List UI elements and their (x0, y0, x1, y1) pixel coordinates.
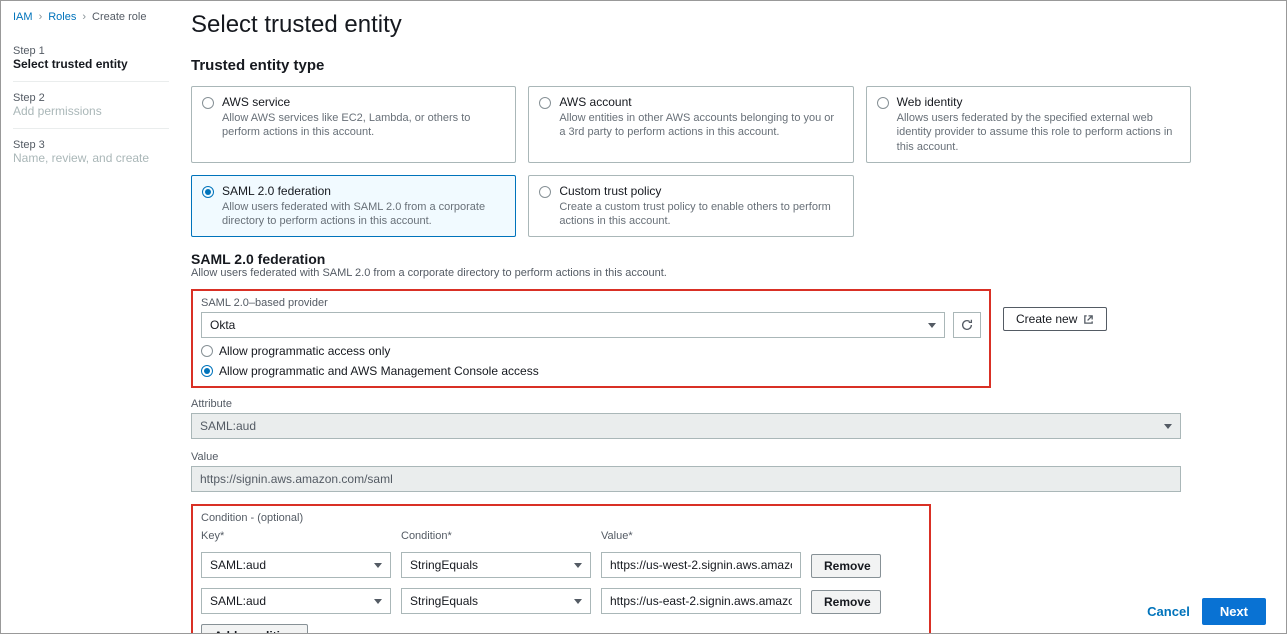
entity-aws-account[interactable]: AWS account Allow entities in other AWS … (528, 86, 853, 163)
entity-title: SAML 2.0 federation (222, 184, 505, 198)
chevron-down-icon (574, 599, 582, 604)
entity-desc: Create a custom trust policy to enable o… (559, 200, 842, 229)
chevron-down-icon (574, 563, 582, 568)
saml-section-title: SAML 2.0 federation (191, 251, 1266, 267)
value-text: https://signin.aws.amazon.com/saml (200, 472, 393, 486)
condition-op-value: StringEquals (410, 558, 478, 572)
condition-key-header: Key* (201, 530, 391, 542)
attribute-label: Attribute (191, 398, 1181, 410)
cancel-button[interactable]: Cancel (1147, 604, 1190, 619)
add-condition-button[interactable]: Add condition (201, 624, 308, 633)
entity-web-identity[interactable]: Web identity Allows users federated by t… (866, 86, 1191, 163)
entity-aws-service[interactable]: AWS service Allow AWS services like EC2,… (191, 86, 516, 163)
access-programmatic-and-console[interactable]: Allow programmatic and AWS Management Co… (201, 364, 981, 378)
value-label: Value (191, 451, 1181, 463)
condition-op-value: StringEquals (410, 594, 478, 608)
entity-title: Custom trust policy (559, 184, 842, 198)
page-title: Select trusted entity (191, 11, 1266, 39)
create-new-label: Create new (1016, 312, 1077, 326)
condition-value-input[interactable]: https://us-west-2.signin.aws.amazon.com/… (601, 552, 801, 578)
breadcrumb: IAM › Roles › Create role (13, 11, 169, 23)
entity-desc: Allow AWS services like EC2, Lambda, or … (222, 111, 505, 140)
step-number: Step 2 (13, 92, 169, 104)
condition-key-value: SAML:aud (210, 594, 266, 608)
condition-heading: Condition - (optional) (201, 512, 921, 524)
condition-op-select[interactable]: StringEquals (401, 588, 591, 614)
condition-key-value: SAML:aud (210, 558, 266, 572)
entity-desc: Allow entities in other AWS accounts bel… (559, 111, 842, 140)
refresh-icon (960, 318, 974, 332)
wizard-step-3: Step 3 Name, review, and create (13, 133, 169, 171)
breadcrumb-current: Create role (92, 11, 146, 23)
entity-desc: Allows users federated by the specified … (897, 111, 1180, 154)
chevron-down-icon (928, 323, 936, 328)
condition-value-text: https://us-east-2.signin.aws.amazon.com/… (610, 594, 792, 608)
remove-condition-button[interactable]: Remove (811, 590, 881, 614)
step-name: Add permissions (13, 104, 169, 118)
condition-cond-header: Condition* (401, 530, 591, 542)
step-number: Step 1 (13, 45, 169, 57)
entity-title: Web identity (897, 95, 1180, 109)
breadcrumb-iam[interactable]: IAM (13, 11, 33, 23)
chevron-down-icon (374, 563, 382, 568)
step-number: Step 3 (13, 139, 169, 151)
provider-selected-value: Okta (210, 318, 235, 332)
entity-title: AWS service (222, 95, 505, 109)
radio-icon (201, 365, 213, 377)
condition-key-select[interactable]: SAML:aud (201, 552, 391, 578)
wizard-step-1[interactable]: Step 1 Select trusted entity (13, 39, 169, 77)
attribute-select: SAML:aud (191, 413, 1181, 439)
step-name: Select trusted entity (13, 57, 169, 71)
saml-section-desc: Allow users federated with SAML 2.0 from… (191, 267, 1266, 279)
attribute-value: SAML:aud (200, 419, 256, 433)
access-programmatic-only[interactable]: Allow programmatic access only (201, 344, 981, 358)
radio-icon (202, 97, 214, 109)
chevron-down-icon (374, 599, 382, 604)
provider-label: SAML 2.0–based provider (201, 297, 981, 309)
value-input: https://signin.aws.amazon.com/saml (191, 466, 1181, 492)
access-label: Allow programmatic and AWS Management Co… (219, 364, 539, 378)
access-label: Allow programmatic access only (219, 344, 390, 358)
step-name: Name, review, and create (13, 151, 169, 165)
chevron-right-icon: › (82, 11, 86, 23)
radio-icon (539, 97, 551, 109)
entity-desc: Allow users federated with SAML 2.0 from… (222, 200, 505, 229)
radio-icon (877, 97, 889, 109)
next-button[interactable]: Next (1202, 598, 1266, 625)
condition-key-select[interactable]: SAML:aud (201, 588, 391, 614)
radio-icon (202, 186, 214, 198)
chevron-down-icon (1164, 424, 1172, 429)
condition-value-input[interactable]: https://us-east-2.signin.aws.amazon.com/… (601, 588, 801, 614)
entity-custom-trust[interactable]: Custom trust policy Create a custom trus… (528, 175, 853, 238)
condition-value-header: Value* (601, 530, 801, 542)
condition-op-select[interactable]: StringEquals (401, 552, 591, 578)
entity-title: AWS account (559, 95, 842, 109)
provider-select[interactable]: Okta (201, 312, 945, 338)
condition-value-text: https://us-west-2.signin.aws.amazon.com/… (610, 558, 792, 572)
remove-condition-button[interactable]: Remove (811, 554, 881, 578)
create-new-button[interactable]: Create new (1003, 307, 1107, 331)
refresh-button[interactable] (953, 312, 981, 338)
breadcrumb-roles[interactable]: Roles (48, 11, 76, 23)
entity-type-heading: Trusted entity type (191, 57, 1266, 74)
entity-saml-federation[interactable]: SAML 2.0 federation Allow users federate… (191, 175, 516, 238)
radio-icon (201, 345, 213, 357)
chevron-right-icon: › (39, 11, 43, 23)
wizard-step-2: Step 2 Add permissions (13, 86, 169, 124)
radio-icon (539, 186, 551, 198)
external-link-icon (1083, 314, 1094, 325)
